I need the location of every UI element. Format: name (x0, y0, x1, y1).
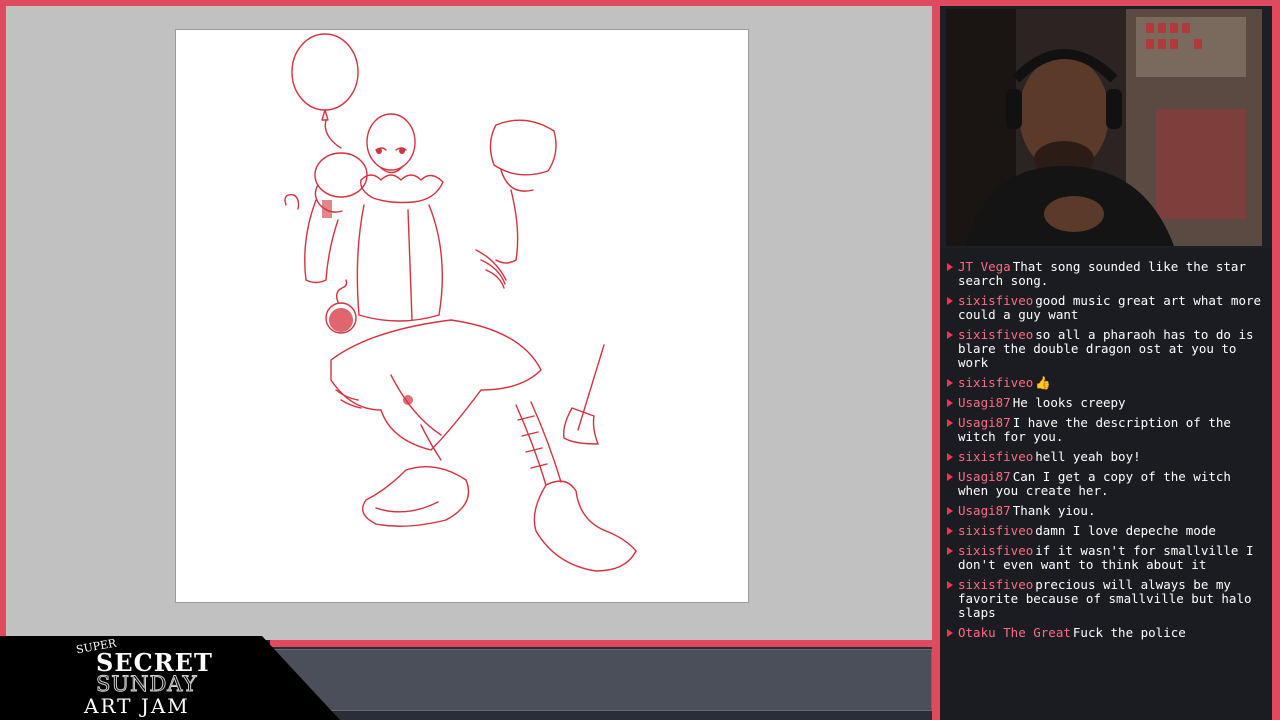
chat-message: Usagi87 Thank yiou. (946, 504, 1266, 518)
chat-bullet-icon (947, 419, 953, 427)
chat-message: sixisfiveo good music great art what more… (946, 294, 1266, 322)
chat-username[interactable]: sixisfiveo (958, 449, 1033, 464)
chat-message: Otaku The Great Fuck the police (946, 626, 1266, 640)
chat-message: Usagi87 Can I get a copy of the witch whe… (946, 470, 1266, 498)
chat-username[interactable]: Usagi87 (958, 503, 1011, 518)
webcam-image (946, 9, 1262, 246)
chat-text: He looks creepy (1012, 395, 1126, 410)
logo-artjam-text: ART JAM (84, 694, 190, 718)
chat-message: sixisfiveo if it wasn't for smallville I … (946, 544, 1266, 572)
chat-username[interactable]: sixisfiveo (958, 375, 1033, 390)
chat-text: hell yeah boy! (1035, 449, 1141, 464)
chat-username[interactable]: sixisfiveo (958, 543, 1033, 558)
chat-message: sixisfiveo so all a pharaoh has to do is … (946, 328, 1266, 370)
chat-bullet-icon (947, 297, 953, 305)
webcam-feed (946, 9, 1262, 246)
chat-username[interactable]: Usagi87 (958, 469, 1011, 484)
chat-bullet-icon (947, 379, 953, 387)
chat-username[interactable]: Otaku The Great (958, 625, 1071, 640)
drawing-workspace[interactable] (6, 6, 932, 640)
chat-username[interactable]: Usagi87 (958, 415, 1011, 430)
chat-bullet-icon (947, 547, 953, 555)
bottom-panel (270, 649, 932, 711)
chat-username[interactable]: sixisfiveo (958, 327, 1033, 342)
chat-bullet-icon (947, 399, 953, 407)
overlay-frame-bottom (270, 640, 940, 647)
chat-message: sixisfiveo damn I love depeche mode (946, 524, 1266, 538)
chat-text: damn I love depeche mode (1035, 523, 1216, 538)
chat-panel: JT Vega That song sounded like the star s… (940, 248, 1272, 720)
overlay-frame-right (1272, 0, 1280, 720)
chat-bullet-icon (947, 473, 953, 481)
chat-message: Usagi87 He looks creepy (946, 396, 1266, 410)
logo-sunday-text: SUNDAY (95, 672, 198, 697)
chat-bullet-icon (947, 507, 953, 515)
chat-message: sixisfiveo precious will always be my fav… (946, 578, 1266, 620)
clown-sketch (284, 33, 637, 572)
chat-bullet-icon (947, 331, 953, 339)
chat-bullet-icon (947, 527, 953, 535)
chat-message: Usagi87 I have the description of the wit… (946, 416, 1266, 444)
chat-text: Fuck the police (1072, 625, 1186, 640)
chat-message: JT Vega That song sounded like the star s… (946, 260, 1266, 288)
chat-bullet-icon (947, 453, 953, 461)
chat-username[interactable]: sixisfiveo (958, 293, 1033, 308)
chat-message: sixisfiveo 👍 (946, 376, 1266, 390)
chat-message-list[interactable]: JT Vega That song sounded like the star s… (946, 260, 1266, 646)
chat-username[interactable]: Usagi87 (958, 395, 1011, 410)
chat-text: 👍 (1035, 375, 1051, 390)
chat-username[interactable]: JT Vega (958, 259, 1011, 274)
chat-username[interactable]: sixisfiveo (958, 523, 1033, 538)
chat-text: Thank yiou. (1012, 503, 1096, 518)
chat-username[interactable]: sixisfiveo (958, 577, 1033, 592)
chat-bullet-icon (947, 581, 953, 589)
chat-bullet-icon (947, 629, 953, 637)
chat-message: sixisfiveo hell yeah boy! (946, 450, 1266, 464)
overlay-frame-divider (932, 0, 940, 720)
artboard-canvas[interactable] (175, 29, 749, 603)
chat-bullet-icon (947, 263, 953, 271)
